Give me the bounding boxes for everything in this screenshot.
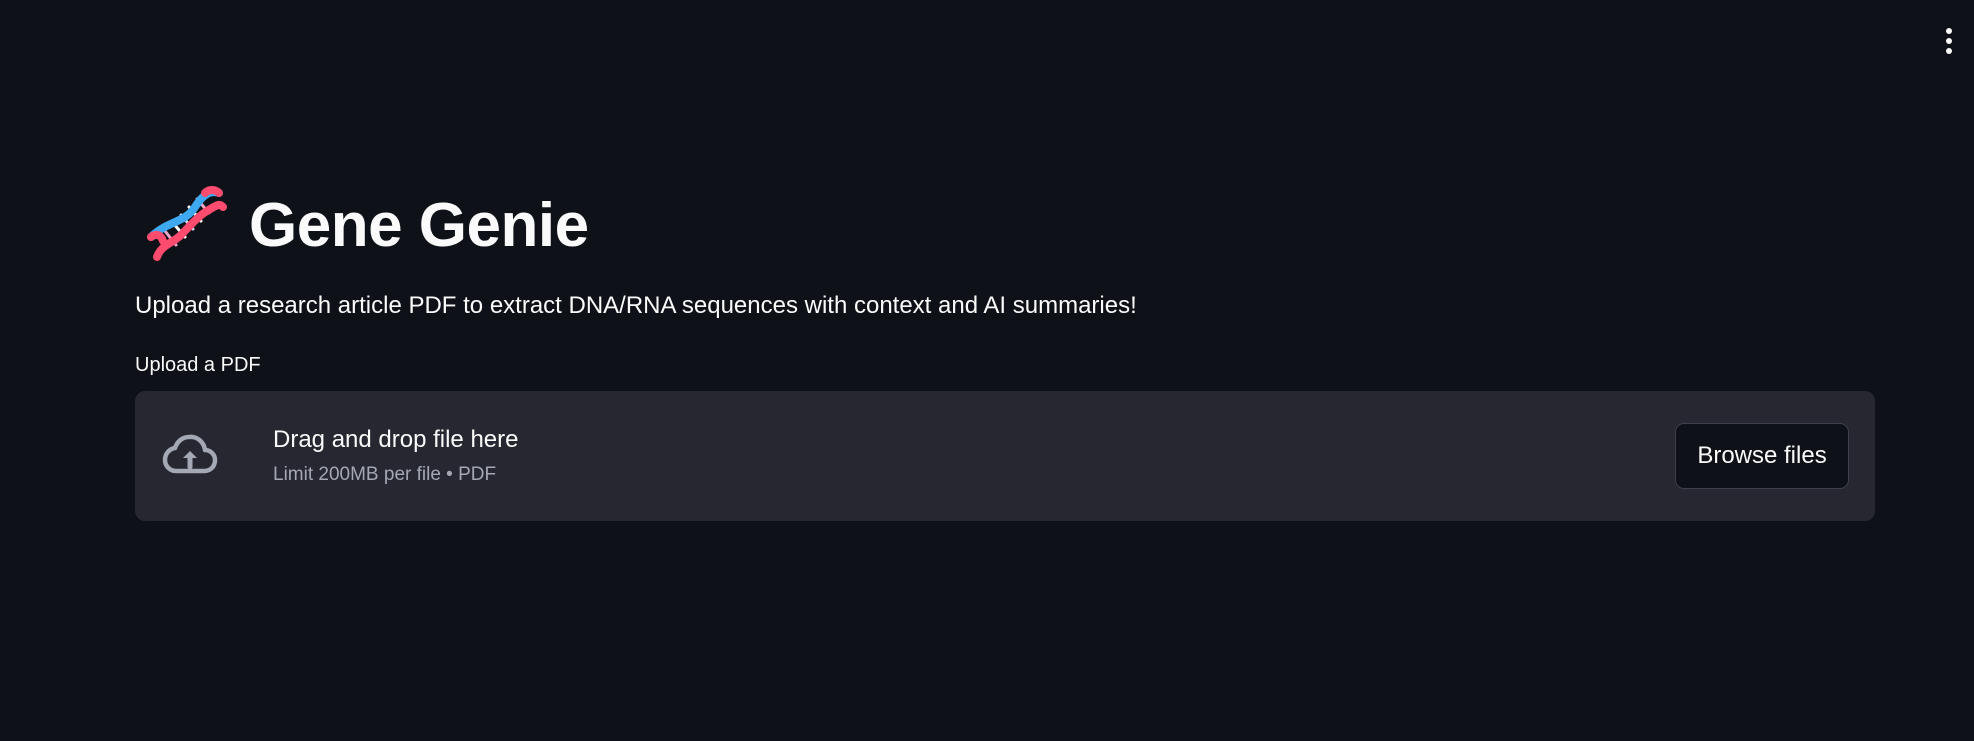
- title-row: Gene Genie: [135, 170, 1875, 280]
- page-title: Gene Genie: [249, 190, 589, 260]
- cloud-upload-icon: [162, 434, 218, 474]
- kebab-dot: [1946, 38, 1952, 44]
- file-limit-text: Limit 200MB per file • PDF: [273, 464, 497, 485]
- dropzone-instructions: Drag and drop file here: [273, 426, 519, 453]
- upload-label: Upload a PDF: [135, 354, 261, 376]
- file-dropzone[interactable]: Drag and drop file here Limit 200MB per …: [135, 391, 1875, 521]
- browse-files-button[interactable]: Browse files: [1675, 423, 1849, 489]
- dropzone-text: Drag and drop file here Limit 200MB per …: [273, 426, 1675, 486]
- page-description: Upload a research article PDF to extract…: [135, 292, 1137, 319]
- dna-icon: [147, 186, 227, 261]
- kebab-dot: [1946, 48, 1952, 54]
- main-content: Gene Genie Upload a research article PDF…: [135, 170, 1875, 521]
- kebab-dot: [1946, 28, 1952, 34]
- main-menu-button[interactable]: [1932, 24, 1966, 58]
